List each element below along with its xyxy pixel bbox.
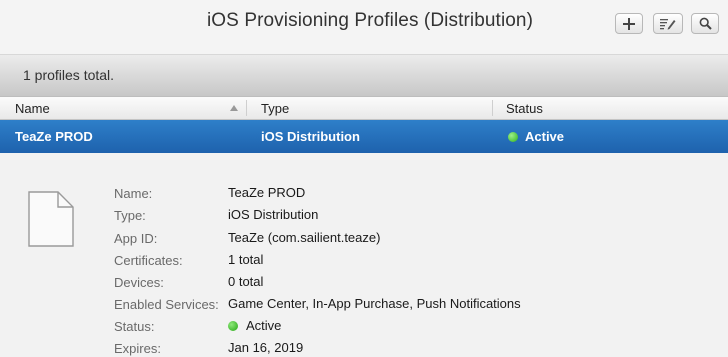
detail-label-type: Type: bbox=[114, 208, 146, 223]
profile-count: 1 profiles total. bbox=[23, 67, 115, 83]
search-button[interactable] bbox=[691, 13, 719, 34]
detail-value-expires: Jan 16, 2019 bbox=[228, 340, 304, 355]
row-type: iOS Distribution bbox=[261, 129, 360, 144]
table-row[interactable]: TeaZe PROD iOS Distribution Active bbox=[0, 120, 728, 153]
edit-icon bbox=[660, 18, 676, 30]
detail-label-expires: Expires: bbox=[114, 341, 161, 356]
search-icon bbox=[699, 17, 712, 30]
detail-label-name: Name: bbox=[114, 186, 153, 201]
sort-ascending-icon bbox=[230, 105, 238, 111]
summary-bar: 1 profiles total. bbox=[0, 55, 728, 97]
detail-value-status: Active bbox=[228, 318, 281, 333]
detail-label-status: Status: bbox=[114, 319, 155, 334]
profile-detail-panel: Name: TeaZe PROD Type: iOS Distribution … bbox=[0, 154, 728, 357]
detail-label-certificates: Certificates: bbox=[114, 253, 183, 268]
status-active-icon bbox=[228, 321, 238, 331]
document-icon bbox=[28, 191, 74, 247]
detail-value-certificates: 1 total bbox=[228, 252, 264, 267]
detail-value-devices: 0 total bbox=[228, 274, 264, 289]
row-status: Active bbox=[508, 129, 564, 144]
detail-value-services: Game Center, In-App Purchase, Push Notif… bbox=[228, 296, 521, 311]
column-divider[interactable] bbox=[246, 100, 247, 116]
detail-status-label: Active bbox=[246, 318, 282, 333]
row-status-label: Active bbox=[525, 129, 565, 144]
column-header-status[interactable]: Status bbox=[506, 101, 543, 116]
plus-icon bbox=[623, 17, 635, 30]
row-name: TeaZe PROD bbox=[15, 129, 93, 144]
table-header: Name Type Status bbox=[0, 97, 728, 120]
detail-value-app-id: TeaZe (com.sailient.teaze) bbox=[228, 230, 381, 245]
detail-value-name: TeaZe PROD bbox=[228, 185, 306, 200]
column-header-type[interactable]: Type bbox=[261, 101, 289, 116]
add-profile-button[interactable] bbox=[615, 13, 643, 34]
column-header-name[interactable]: Name bbox=[15, 101, 50, 116]
column-divider[interactable] bbox=[492, 100, 493, 116]
detail-label-devices: Devices: bbox=[114, 275, 164, 290]
detail-label-services: Enabled Services: bbox=[114, 297, 219, 312]
detail-label-app-id: App ID: bbox=[114, 231, 158, 246]
status-active-icon bbox=[508, 132, 518, 142]
detail-value-type: iOS Distribution bbox=[228, 207, 319, 222]
edit-profile-button[interactable] bbox=[653, 13, 683, 34]
toolbar: iOS Provisioning Profiles (Distribution) bbox=[0, 0, 728, 55]
